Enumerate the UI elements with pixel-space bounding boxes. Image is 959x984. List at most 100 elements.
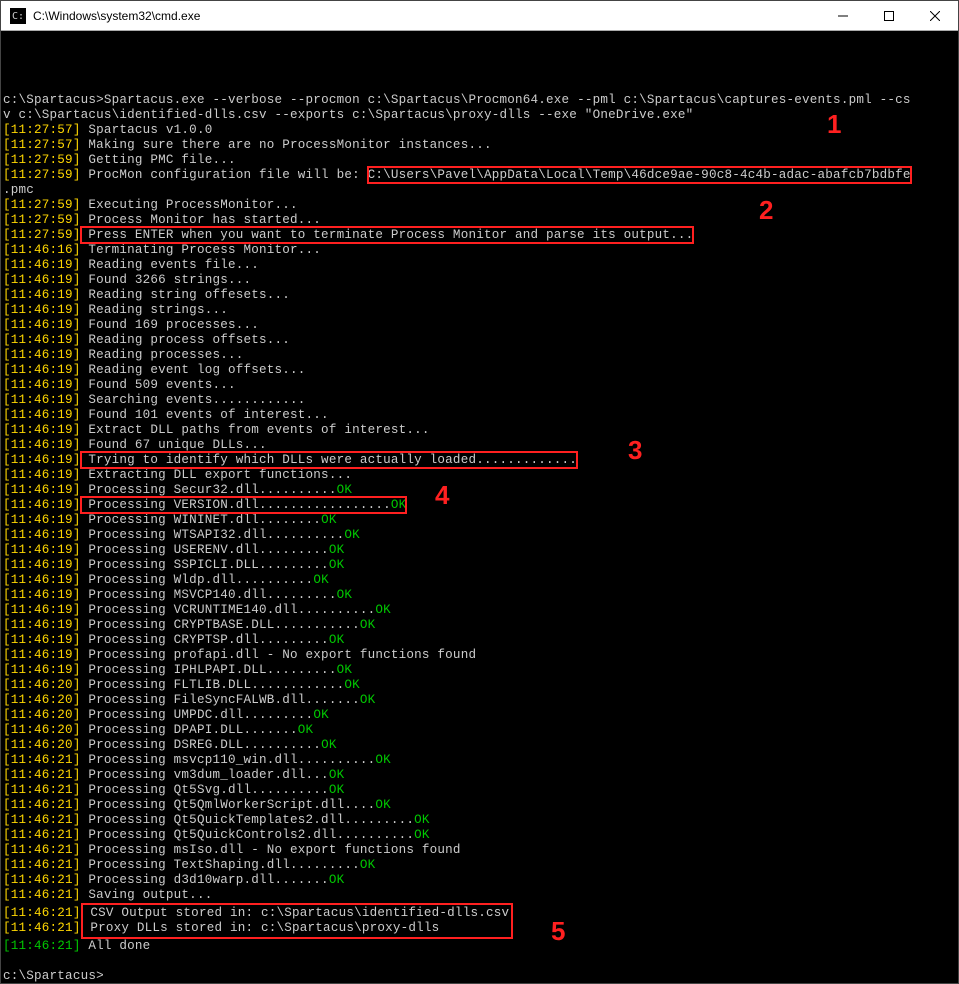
terminal-line: [11:46:21] Processing vm3dum_loader.dll.…: [3, 768, 956, 783]
timestamp: [11:46:19]: [3, 438, 81, 452]
log-text: Processing UMPDC.dll.........: [81, 708, 314, 722]
terminal-line: [11:46:19] Reading strings...: [3, 303, 956, 318]
timestamp: [11:46:21]: [3, 843, 81, 857]
timestamp: [11:46:19]: [3, 573, 81, 587]
highlighted-region: Processing VERSION.dll.................O…: [81, 497, 407, 513]
timestamp: [11:46:19]: [3, 663, 81, 677]
cmd-window: C: C:\Windows\system32\cmd.exe c:\Sparta…: [0, 0, 959, 984]
terminal-line: [11:46:21] Processing TextShaping.dll...…: [3, 858, 956, 873]
log-text: Processing profapi.dll - No export funct…: [81, 648, 477, 662]
log-text: Processing CRYPTSP.dll.........: [81, 633, 329, 647]
timestamp: [11:27:57]: [3, 123, 81, 137]
terminal-line: [11:46:21] Processing msvcp110_win.dll..…: [3, 753, 956, 768]
annotation-label: 5: [551, 924, 566, 939]
terminal-line: [11:46:19] Processing MSVCP140.dll......…: [3, 588, 956, 603]
terminal-line: [11:46:19] Searching events............: [3, 393, 956, 408]
prompt: c:\Spartacus>: [3, 93, 104, 107]
annotation-label: 2: [759, 203, 774, 218]
timestamp: [11:46:20]: [3, 693, 81, 707]
log-text: Reading strings...: [81, 303, 228, 317]
log-text: Processing msvcp110_win.dll..........: [81, 753, 376, 767]
terminal-line: [11:27:59] Process Monitor has started..…: [3, 213, 956, 228]
timestamp: [11:46:19]: [3, 603, 81, 617]
window-title: C:\Windows\system32\cmd.exe: [33, 9, 820, 23]
terminal-line: [11:46:21] Proxy DLLs stored in: c:\Spar…: [3, 921, 956, 939]
terminal-line: [11:46:20] Processing FLTLIB.DLL........…: [3, 678, 956, 693]
timestamp: [11:46:19]: [3, 273, 81, 287]
timestamp: [11:46:21]: [3, 753, 81, 767]
terminal-line: [11:46:19] Processing Wldp.dll..........…: [3, 573, 956, 588]
log-text: Getting PMC file...: [81, 153, 236, 167]
log-text: Processing Qt5QmlWorkerScript.dll....: [81, 798, 376, 812]
log-text: Processing Secur32.dll..........: [81, 483, 337, 497]
log-text: All done: [81, 939, 151, 953]
log-text: Processing Qt5QuickControls2.dll........…: [81, 828, 415, 842]
log-text: Found 101 events of interest...: [81, 408, 329, 422]
log-text: Spartacus v1.0.0: [81, 123, 213, 137]
log-text: Reading processes...: [81, 348, 244, 362]
terminal-line: [11:46:20] Processing UMPDC.dll.........…: [3, 708, 956, 723]
close-button[interactable]: [912, 1, 958, 31]
log-text: Processing TextShaping.dll.........: [81, 858, 360, 872]
timestamp: [11:46:19]: [3, 318, 81, 332]
titlebar[interactable]: C: C:\Windows\system32\cmd.exe: [1, 1, 958, 31]
timestamp: [11:46:19]: [3, 588, 81, 602]
terminal-line: [11:46:19] Processing IPHLPAPI.DLL......…: [3, 663, 956, 678]
log-text: Processing Qt5QuickTemplates2.dll.......…: [81, 813, 415, 827]
log-text: Processing WTSAPI32.dll..........: [81, 528, 345, 542]
log-text: Processing Wldp.dll..........: [81, 573, 314, 587]
log-text: Extracting DLL export functions...: [81, 468, 353, 482]
log-text: Reading event log offsets...: [81, 363, 306, 377]
log-text: Processing FileSyncFALWB.dll.......: [81, 693, 360, 707]
annotation-label: 4: [435, 488, 450, 503]
terminal-line: [11:46:20] Processing FileSyncFALWB.dll.…: [3, 693, 956, 708]
terminal-line: [11:46:20] Processing DSREG.DLL.........…: [3, 738, 956, 753]
timestamp: [11:46:19]: [3, 363, 81, 377]
log-text: Processing VCRUNTIME140.dll..........: [81, 603, 376, 617]
terminal-line: v c:\Spartacus\identified-dlls.csv --exp…: [3, 108, 956, 123]
timestamp: [11:46:19]: [3, 618, 81, 632]
timestamp: [11:46:19]: [3, 408, 81, 422]
log-text: Processing IPHLPAPI.DLL.........: [81, 663, 337, 677]
log-text: Searching events............: [81, 393, 306, 407]
command-text: v c:\Spartacus\identified-dlls.csv --exp…: [3, 108, 693, 122]
timestamp: [11:46:19]: [3, 303, 81, 317]
terminal-line: [11:46:21] All done: [3, 939, 956, 954]
terminal-line: [11:46:19] Reading string offesets...: [3, 288, 956, 303]
log-text: Reading process offsets...: [81, 333, 290, 347]
timestamp: [11:46:21]: [3, 783, 81, 797]
command-text: Spartacus.exe --verbose --procmon c:\Spa…: [104, 93, 911, 107]
terminal-area[interactable]: c:\Spartacus>Spartacus.exe --verbose --p…: [1, 31, 958, 983]
terminal-line: [11:46:19] Extracting DLL export functio…: [3, 468, 956, 483]
maximize-button[interactable]: [866, 1, 912, 31]
terminal-line: [11:27:59] ProcMon configuration file wi…: [3, 168, 956, 183]
timestamp: [11:46:19]: [3, 453, 81, 467]
terminal-line: [11:46:19] Found 3266 strings...: [3, 273, 956, 288]
highlighted-region: C:\Users\Pavel\AppData\Local\Temp\46dce9…: [368, 167, 911, 183]
terminal-line: [11:46:19] Processing WTSAPI32.dll......…: [3, 528, 956, 543]
terminal-line: [11:46:21] Processing Qt5Svg.dll........…: [3, 783, 956, 798]
log-text: Processing USERENV.dll.........: [81, 543, 329, 557]
terminal-line: [11:27:59] Getting PMC file...: [3, 153, 956, 168]
log-text: Processing CRYPTBASE.DLL...........: [81, 618, 360, 632]
timestamp: [11:46:19]: [3, 513, 81, 527]
minimize-button[interactable]: [820, 1, 866, 31]
log-text: Reading events file...: [81, 258, 259, 272]
timestamp: [11:46:19]: [3, 348, 81, 362]
terminal-line: [11:46:19] Found 169 processes...: [3, 318, 956, 333]
log-text: Found 3266 strings...: [81, 273, 252, 287]
log-text: Found 67 unique DLLs...: [81, 438, 267, 452]
timestamp: [11:46:19]: [3, 423, 81, 437]
terminal-line: [11:46:21] Saving output...: [3, 888, 956, 903]
terminal-line: [11:46:19] Found 509 events...: [3, 378, 956, 393]
timestamp: [11:46:16]: [3, 243, 81, 257]
annotation-label: 1: [827, 117, 842, 132]
timestamp: [11:46:21]: [3, 813, 81, 827]
timestamp: [11:46:20]: [3, 708, 81, 722]
timestamp: [11:46:21]: [3, 888, 81, 902]
timestamp: [11:46:19]: [3, 558, 81, 572]
log-text: Processing DPAPI.DLL.......: [81, 723, 298, 737]
cmd-icon: C:: [9, 7, 27, 25]
terminal-line: [11:46:21] Processing msIso.dll - No exp…: [3, 843, 956, 858]
terminal-line: [11:46:19] Found 67 unique DLLs...: [3, 438, 956, 453]
